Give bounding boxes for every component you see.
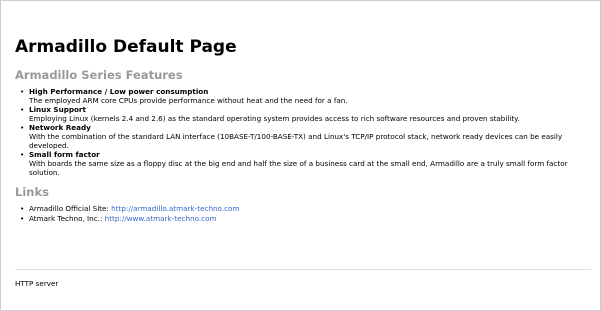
- feature-title: Linux Support: [29, 105, 86, 114]
- armadillo-site-link[interactable]: http://armadillo.atmark-techno.com: [111, 204, 239, 213]
- link-label: Armadillo Official Site:: [29, 204, 112, 213]
- link-item: Atmark Techno, Inc.: http://www.atmark-t…: [20, 213, 595, 224]
- feature-description: With the combination of the standard LAN…: [29, 132, 563, 150]
- feature-item: Small form factor With boards the same s…: [20, 150, 595, 177]
- feature-item: High Performance / Low power consumption…: [20, 87, 595, 105]
- feature-item: Linux Support Employing Linux (kernels 2…: [20, 105, 595, 123]
- page-title: Armadillo Default Page: [15, 37, 237, 57]
- feature-title: Network Ready: [29, 123, 91, 132]
- features-heading: Armadillo Series Features: [15, 68, 183, 82]
- feature-description: The employed ARM core CPUs provide perfo…: [29, 96, 348, 105]
- links-heading: Links: [15, 185, 49, 199]
- feature-title: High Performance / Low power consumption: [29, 87, 209, 96]
- features-list: High Performance / Low power consumption…: [15, 87, 595, 177]
- feature-description: Employing Linux (kernels 2.4 and 2.6) as…: [29, 114, 520, 123]
- feature-title: Small form factor: [29, 150, 100, 159]
- link-label: Atmark Techno, Inc.:: [29, 213, 105, 223]
- feature-description: With boards the same size as a floppy di…: [29, 159, 568, 177]
- link-item: Armadillo Official Site: http://armadill…: [20, 204, 595, 214]
- page-content: Armadillo Default Page Armadillo Series …: [15, 37, 595, 223]
- atmark-techno-link[interactable]: http://www.atmark-techno.com: [105, 214, 217, 223]
- links-list: Armadillo Official Site: http://armadill…: [15, 204, 595, 223]
- feature-item: Network Ready With the combination of th…: [20, 123, 595, 150]
- footer-divider: [15, 269, 591, 270]
- page-frame: Armadillo Default Page Armadillo Series …: [0, 0, 601, 311]
- footer-server-text: HTTP server: [15, 279, 59, 288]
